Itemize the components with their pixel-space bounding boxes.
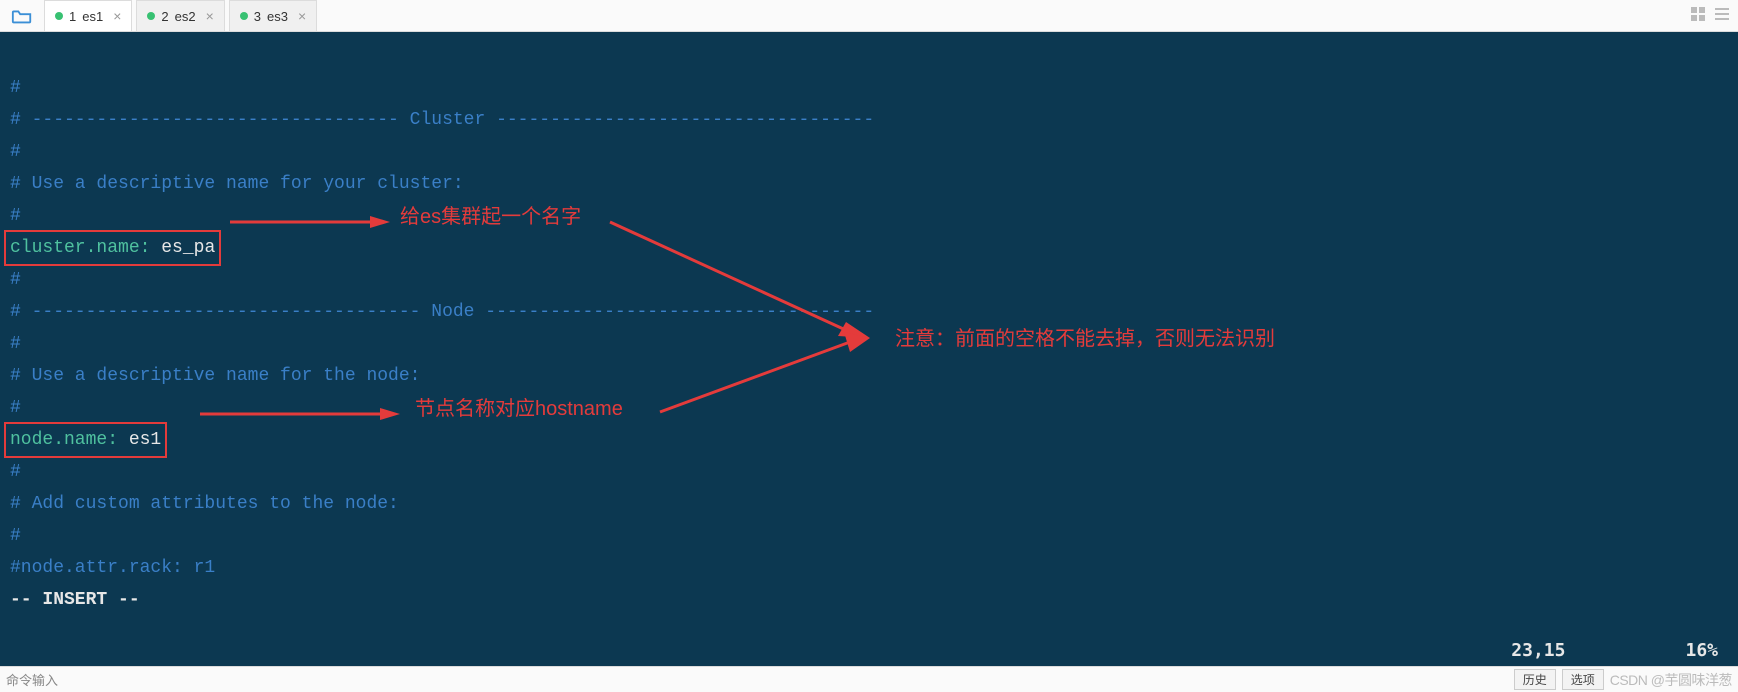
code-line: #node.attr.rack: r1 <box>10 558 215 578</box>
code-line: # ---------------------------------- Clu… <box>10 110 874 130</box>
node-name-box: node.name: es1 <box>4 422 167 458</box>
code-editor[interactable]: # # ---------------------------------- C… <box>0 32 1738 656</box>
watermark: CSDN @芋圆味洋葱 <box>1610 670 1732 690</box>
editor-pane[interactable]: # # ---------------------------------- C… <box>0 32 1738 666</box>
command-prompt[interactable]: 命令输入 <box>6 670 58 689</box>
code-line: # Add custom attributes to the node: <box>10 494 399 514</box>
code-line: # <box>10 526 21 546</box>
yaml-key: cluster.name: <box>10 238 150 258</box>
tab-index: 2 <box>161 9 168 24</box>
yaml-value: es1 <box>118 430 161 450</box>
code-line: # <box>10 334 21 354</box>
cluster-name-box: cluster.name: es_pa <box>4 230 221 266</box>
view-toggles <box>1690 6 1730 25</box>
tab-index: 3 <box>254 9 261 24</box>
grid-view-icon[interactable] <box>1690 6 1706 25</box>
yaml-value: es_pa <box>150 238 215 258</box>
close-icon[interactable]: × <box>113 8 121 24</box>
code-line: # ------------------------------------ N… <box>10 302 874 322</box>
modified-dot-icon <box>240 12 248 20</box>
history-button[interactable]: 历史 <box>1514 669 1556 690</box>
yaml-key: node.name: <box>10 430 118 450</box>
modified-dot-icon <box>55 12 63 20</box>
code-line: # Use a descriptive name for the node: <box>10 366 420 386</box>
close-icon[interactable]: × <box>298 8 306 24</box>
vim-mode: -- INSERT -- <box>10 590 140 610</box>
open-folder-icon[interactable] <box>0 5 44 27</box>
code-line: # <box>10 206 21 226</box>
tab-label: es3 <box>267 9 288 24</box>
tab-es1[interactable]: 1 es1 × <box>44 0 132 31</box>
code-line: # <box>10 142 21 162</box>
menu-icon[interactable] <box>1714 6 1730 25</box>
options-button[interactable]: 选项 <box>1562 669 1604 690</box>
code-line: # <box>10 462 21 482</box>
code-line: # <box>10 270 21 290</box>
code-line: # <box>10 398 21 418</box>
bottom-bar: 命令输入 历史 选项 CSDN @芋圆味洋葱 <box>0 666 1738 692</box>
code-line: # Use a descriptive name for your cluste… <box>10 174 464 194</box>
tab-strip: 1 es1 × 2 es2 × 3 es3 × <box>44 0 321 31</box>
tab-label: es2 <box>175 9 196 24</box>
tab-es2[interactable]: 2 es2 × <box>136 0 224 31</box>
tab-es3[interactable]: 3 es3 × <box>229 0 317 31</box>
top-bar: 1 es1 × 2 es2 × 3 es3 × <box>0 0 1738 32</box>
tab-index: 1 <box>69 9 76 24</box>
tab-label: es1 <box>82 9 103 24</box>
modified-dot-icon <box>147 12 155 20</box>
close-icon[interactable]: × <box>206 8 214 24</box>
code-line: # <box>10 78 21 98</box>
